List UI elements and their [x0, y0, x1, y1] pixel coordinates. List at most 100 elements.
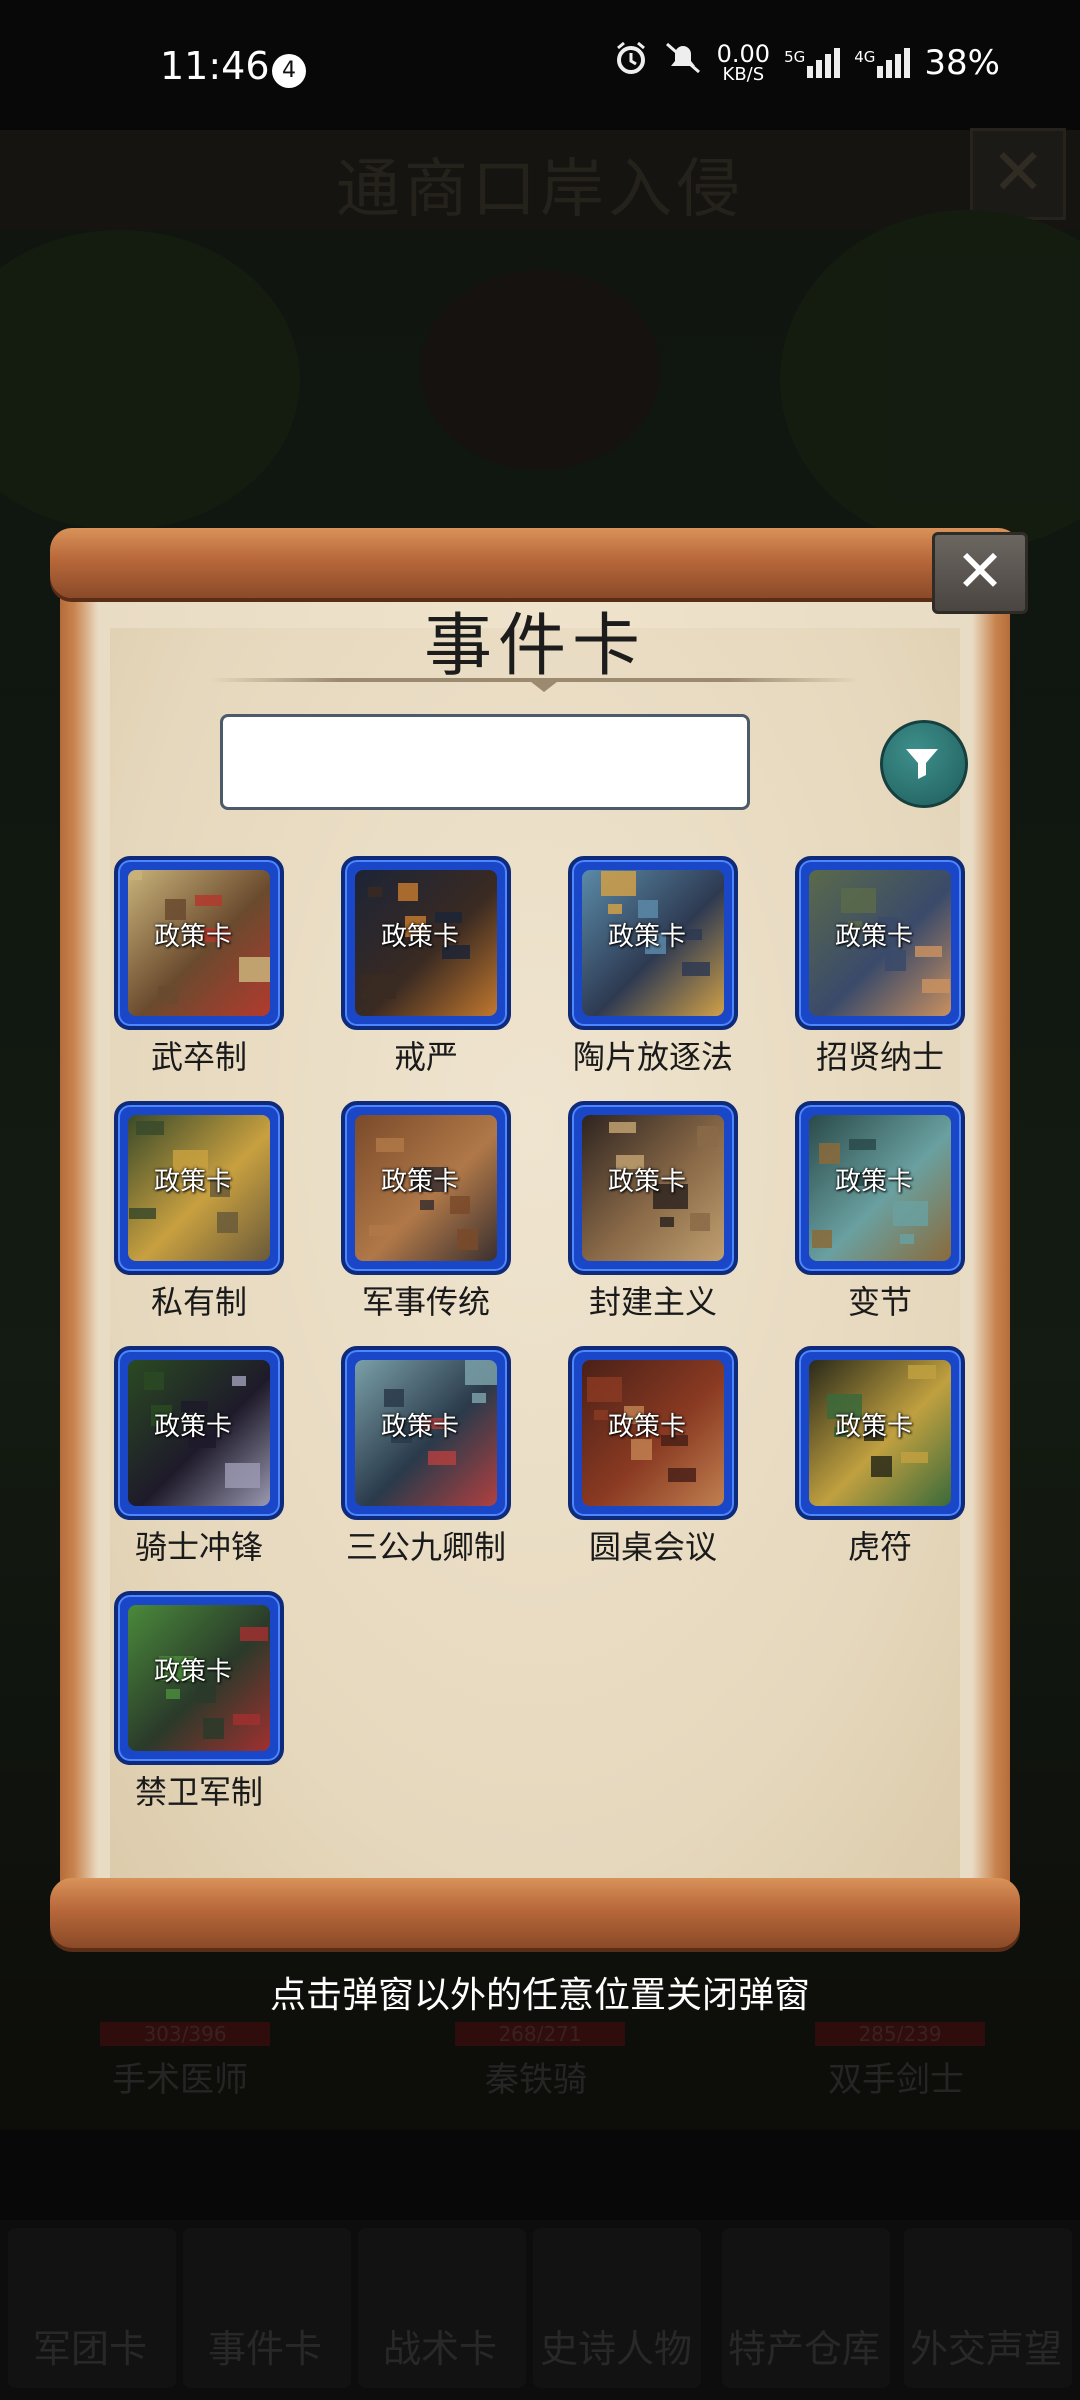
card-art-detail: [609, 1122, 636, 1133]
card-name: 虎符: [847, 1528, 912, 1566]
card-frame: 政策卡: [341, 1101, 511, 1275]
card-art-detail: [428, 1451, 456, 1465]
card-type-tag: 政策卡: [834, 922, 913, 952]
card-type-tag: 政策卡: [834, 1412, 913, 1442]
card-art-detail: [450, 1196, 470, 1214]
card-name: 军事传统: [361, 1283, 490, 1321]
card-art-detail: [893, 1201, 928, 1226]
card-art-detail: [144, 1372, 164, 1390]
close-button[interactable]: ✕: [932, 532, 1028, 614]
policy-card[interactable]: 政策卡三公九卿制: [341, 1346, 511, 1566]
card-art-detail: [129, 1208, 156, 1219]
card-type-tag: 政策卡: [380, 1412, 459, 1442]
policy-card[interactable]: 政策卡 变节: [795, 1101, 965, 1321]
signal-5g: 5G: [784, 47, 841, 78]
card-name: 私有制: [150, 1283, 247, 1321]
policy-card[interactable]: 政策卡 骑士冲锋: [114, 1346, 284, 1566]
card-art-detail: [361, 974, 396, 999]
card-type-tag: 政策卡: [380, 1167, 459, 1197]
signal-5g-label: 5G: [784, 47, 806, 66]
card-art-detail: [457, 1229, 478, 1250]
policy-card[interactable]: 政策卡圆桌会议: [568, 1346, 738, 1566]
card-art-detail: [900, 1234, 914, 1244]
close-hint-text: 点击弹窗以外的任意位置关闭弹窗: [269, 1975, 810, 2016]
filter-icon: [906, 749, 938, 779]
card-type-tag: 政策卡: [607, 922, 686, 952]
card-type-tag: 政策卡: [153, 922, 232, 952]
card-art-detail: [849, 1139, 876, 1150]
card-type-tag: 政策卡: [153, 1167, 232, 1197]
card-art-detail: [420, 1200, 434, 1210]
network-speed: 0.00 KB/S: [717, 42, 770, 84]
card-art-detail: [668, 1468, 696, 1482]
network-speed-value: 0.00: [716, 39, 771, 68]
card-type-tag: 政策卡: [153, 1412, 232, 1442]
card-art-detail: [239, 957, 270, 982]
filter-button[interactable]: [880, 720, 968, 808]
card-art-detail: [128, 870, 142, 880]
card-name: 三公九卿制: [345, 1528, 506, 1566]
card-frame: 政策卡: [114, 1101, 284, 1275]
battery-level: 38%: [924, 42, 1000, 83]
policy-card[interactable]: 政策卡禁卫军制: [114, 1591, 284, 1811]
policy-card[interactable]: 政策卡戒严: [341, 856, 511, 1076]
card-art-detail: [376, 1138, 404, 1152]
card-frame: 政策卡: [568, 1346, 738, 1520]
card-art-detail: [369, 1225, 396, 1236]
signal-bars-icon: [877, 47, 911, 78]
card-art-detail: [690, 1213, 710, 1231]
card-type-tag: 政策卡: [153, 1657, 232, 1687]
card-name: 禁卫军制: [134, 1773, 263, 1811]
card-art-detail: [195, 895, 222, 906]
search-input[interactable]: [220, 714, 750, 810]
card-name: 封建主义: [588, 1283, 717, 1321]
policy-card[interactable]: 政策卡 武卒制: [114, 856, 284, 1076]
status-time: 11:46: [160, 44, 270, 88]
card-name: 变节: [847, 1283, 912, 1321]
policy-card[interactable]: 政策卡 招贤纳士: [795, 856, 965, 1076]
policy-card[interactable]: 政策卡 私有制: [114, 1101, 284, 1321]
notification-count-badge: 4: [272, 54, 306, 88]
card-frame: 政策卡: [114, 1591, 284, 1765]
card-frame: 政策卡: [341, 856, 511, 1030]
policy-card[interactable]: 政策卡 封建主义: [568, 1101, 738, 1321]
policy-card[interactable]: 政策卡军事传统: [341, 1101, 511, 1321]
card-art-detail: [368, 887, 382, 897]
card-art-detail: [217, 1212, 238, 1233]
card-name: 圆桌会议: [588, 1528, 717, 1566]
card-frame: 政策卡: [568, 1101, 738, 1275]
policy-card[interactable]: 政策卡 陶片放逐法: [568, 856, 738, 1076]
mute-icon: [663, 40, 703, 85]
card-art-detail: [384, 1389, 404, 1407]
card-name: 武卒制: [150, 1038, 247, 1076]
card-art-detail: [812, 1230, 832, 1248]
card-name: 戒严: [393, 1038, 458, 1076]
card-frame: 政策卡: [795, 1346, 965, 1520]
card-art-detail: [472, 1393, 486, 1403]
policy-card[interactable]: 政策卡虎符: [795, 1346, 965, 1566]
scroll-roll-bottom: [50, 1878, 1020, 1948]
card-frame: 政策卡: [114, 856, 284, 1030]
network-speed-unit: KB/S: [722, 63, 765, 85]
dialog-title: 事件卡: [423, 607, 646, 686]
scroll-roll-top: [50, 528, 1020, 598]
title-divider-ornament: [526, 678, 562, 692]
card-art-detail: [158, 986, 178, 1004]
card-art-detail: [660, 1217, 674, 1227]
alarm-icon: [613, 40, 649, 85]
card-art-detail: [136, 1121, 164, 1135]
card-type-tag: 政策卡: [380, 922, 459, 952]
card-art-detail: [203, 1718, 224, 1739]
card-art-detail: [901, 1452, 928, 1463]
close-icon: ✕: [955, 537, 1005, 605]
card-art-detail: [225, 1463, 260, 1488]
card-art-detail: [233, 1714, 260, 1725]
card-art-detail: [398, 883, 418, 901]
card-art-detail: [871, 1456, 892, 1477]
card-art-detail: [697, 1126, 718, 1147]
card-art-detail: [166, 1689, 180, 1699]
card-type-tag: 政策卡: [607, 1412, 686, 1442]
card-frame: 政策卡: [114, 1346, 284, 1520]
card-art-detail: [682, 962, 710, 976]
card-frame: 政策卡: [795, 856, 965, 1030]
